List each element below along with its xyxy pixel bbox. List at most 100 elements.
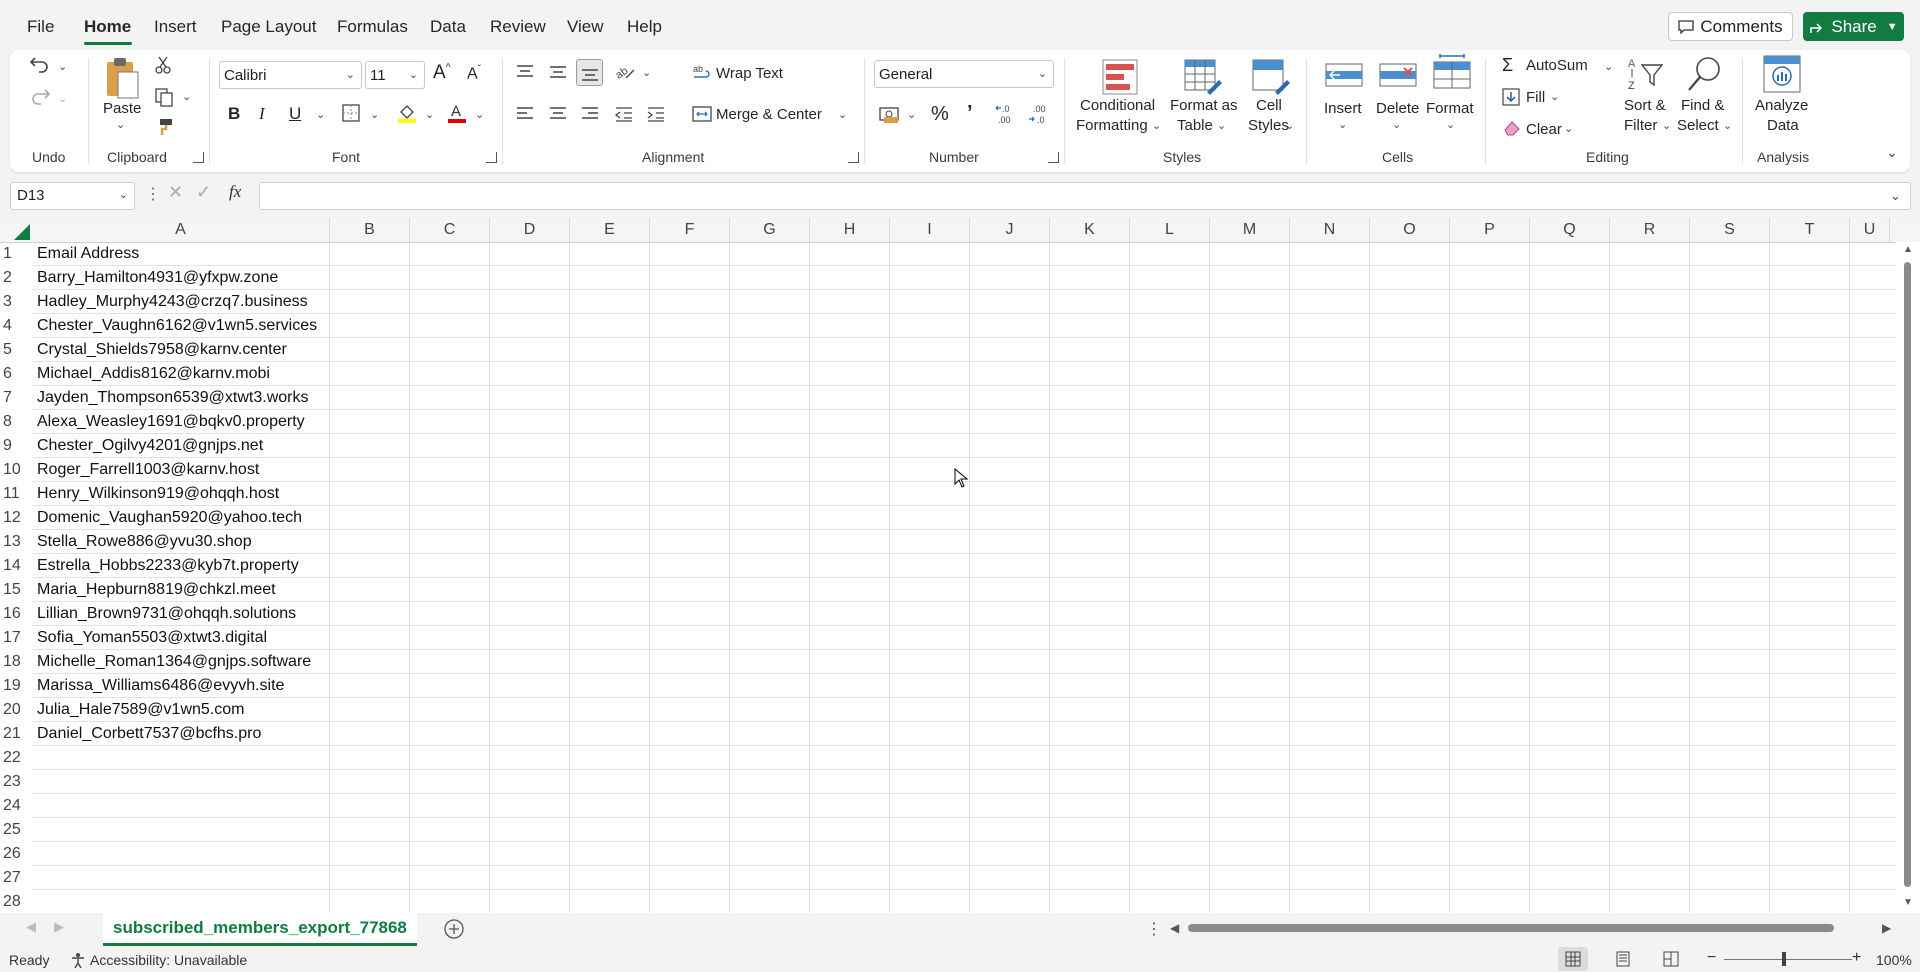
decrease-font-size-icon[interactable]: Aˇ <box>467 64 481 83</box>
row-header[interactable]: 17 <box>0 626 32 650</box>
column-header-b[interactable]: B <box>330 218 410 242</box>
menu-home[interactable]: Home <box>84 17 131 37</box>
font-color-dropdown-icon[interactable]: ⌄ <box>475 108 484 121</box>
analyze-data-label-2[interactable]: Data <box>1767 117 1799 134</box>
zoom-slider-thumb[interactable] <box>1782 952 1786 966</box>
row-header[interactable]: 25 <box>0 818 32 842</box>
orientation-icon[interactable]: ab <box>614 62 636 82</box>
tab-split-handle-icon[interactable]: ⋮ <box>1146 919 1162 939</box>
column-header-r[interactable]: R <box>1610 218 1690 242</box>
column-header-g[interactable]: G <box>730 218 810 242</box>
fill-dropdown-icon[interactable]: ⌄ <box>1550 90 1559 103</box>
menu-help[interactable]: Help <box>627 17 662 37</box>
email-cell[interactable]: Marissa_Williams6486@evyvh.site <box>37 674 284 698</box>
autosum-icon[interactable]: Σ <box>1502 55 1513 76</box>
email-cell[interactable]: Barry_Hamilton4931@yfxpw.zone <box>37 266 278 290</box>
email-cell[interactable]: Maria_Hepburn8819@chkzl.meet <box>37 578 276 602</box>
cell-styles-label-2[interactable]: Styles <box>1248 117 1289 134</box>
row-header[interactable]: 24 <box>0 794 32 818</box>
analyze-data-label-1[interactable]: Analyze <box>1755 97 1808 114</box>
column-header-m[interactable]: M <box>1210 218 1290 242</box>
row-header[interactable]: 11 <box>0 482 32 506</box>
column-header-t[interactable]: T <box>1770 218 1850 242</box>
page-break-preview-icon[interactable] <box>1663 951 1679 967</box>
horizontal-scroll-thumb[interactable] <box>1188 924 1834 932</box>
email-cell[interactable]: Julia_Hale7589@v1wn5.com <box>37 698 244 722</box>
insert-cells-label[interactable]: Insert <box>1324 100 1362 117</box>
email-cell[interactable]: Crystal_Shields7958@karnv.center <box>37 338 287 362</box>
column-header-u[interactable]: U <box>1850 218 1890 242</box>
underline-dropdown-icon[interactable]: ⌄ <box>316 108 325 121</box>
redo-icon[interactable] <box>29 86 51 106</box>
expand-formula-bar-icon[interactable]: ⌄ <box>1890 188 1901 204</box>
delete-cells-label[interactable]: Delete <box>1376 100 1419 117</box>
copy-dropdown-icon[interactable]: ⌄ <box>182 90 191 103</box>
select-all-icon[interactable] <box>14 224 30 240</box>
column-header-l[interactable]: L <box>1130 218 1210 242</box>
column-header-s[interactable]: S <box>1690 218 1770 242</box>
font-size-select[interactable]: 11 ⌄ <box>365 61 425 89</box>
align-top-icon[interactable] <box>515 64 535 80</box>
row-header[interactable]: 21 <box>0 722 32 746</box>
sort-filter-label-1[interactable]: Sort & <box>1624 97 1666 114</box>
column-header-k[interactable]: K <box>1050 218 1130 242</box>
underline-icon[interactable]: U <box>289 104 301 124</box>
column-header-j[interactable]: J <box>970 218 1050 242</box>
format-cells-label[interactable]: Format <box>1426 100 1474 117</box>
delete-dropdown-icon[interactable]: ⌄ <box>1392 118 1401 131</box>
align-middle-icon[interactable] <box>548 64 568 80</box>
row-header[interactable]: 13 <box>0 530 32 554</box>
clipboard-launcher-icon[interactable] <box>193 152 204 163</box>
row-header[interactable]: 28 <box>0 890 32 913</box>
insert-cells-icon[interactable] <box>1324 58 1364 94</box>
increase-font-size-icon[interactable]: A^ <box>433 62 450 84</box>
menu-data[interactable]: Data <box>430 17 466 37</box>
accounting-dropdown-icon[interactable]: ⌄ <box>907 108 916 121</box>
find-select-icon[interactable] <box>1686 55 1726 95</box>
font-launcher-icon[interactable] <box>486 152 497 163</box>
cell-styles-label-1[interactable]: Cell <box>1256 97 1282 114</box>
email-cell[interactable]: Domenic_Vaughan5920@yahoo.tech <box>37 506 302 530</box>
column-header-p[interactable]: P <box>1450 218 1530 242</box>
paste-label[interactable]: Paste <box>103 100 141 117</box>
font-name-select[interactable]: Calibri ⌄ <box>219 61 362 89</box>
row-header[interactable]: 27 <box>0 866 32 890</box>
conditional-formatting-icon[interactable] <box>1101 58 1139 96</box>
delete-cells-icon[interactable] <box>1378 58 1418 94</box>
conditional-formatting-label-2[interactable]: Formatting <box>1076 117 1148 134</box>
scroll-right-icon[interactable]: ▶ <box>1882 921 1891 935</box>
accessibility-icon[interactable] <box>70 952 86 968</box>
fill-label[interactable]: Fill <box>1526 89 1545 106</box>
align-left-icon[interactable] <box>515 106 535 122</box>
email-cell[interactable]: Chester_Ogilvy4201@gnjps.net <box>37 434 263 458</box>
email-cell[interactable]: Lillian_Brown9731@ohqqh.solutions <box>37 602 296 626</box>
align-center-icon[interactable] <box>548 106 568 122</box>
menu-file[interactable]: File <box>27 17 54 37</box>
row-header[interactable]: 5 <box>0 338 32 362</box>
column-header-o[interactable]: O <box>1370 218 1450 242</box>
insert-function-icon[interactable]: fx <box>229 182 241 202</box>
analyze-data-icon[interactable] <box>1762 54 1802 96</box>
row-header[interactable]: 7 <box>0 386 32 410</box>
comma-style-icon[interactable]: ’ <box>967 102 973 125</box>
row-header[interactable]: 2 <box>0 266 32 290</box>
merge-center-icon[interactable] <box>692 105 712 123</box>
vertical-scroll-thumb[interactable] <box>1904 262 1911 887</box>
accounting-format-icon[interactable] <box>879 105 901 125</box>
share-button[interactable]: Share ▼ <box>1803 12 1904 41</box>
zoom-slider-track[interactable] <box>1724 959 1852 960</box>
row-header[interactable]: 26 <box>0 842 32 866</box>
formula-input[interactable] <box>259 182 1911 210</box>
italic-icon[interactable]: I <box>259 104 265 124</box>
sort-filter-label-2[interactable]: Filter <box>1624 117 1657 134</box>
menu-insert[interactable]: Insert <box>154 17 197 37</box>
insert-dropdown-icon[interactable]: ⌄ <box>1338 118 1347 131</box>
cut-icon[interactable] <box>154 55 172 75</box>
format-as-table-icon[interactable] <box>1183 58 1223 96</box>
email-cell[interactable]: Jayden_Thompson6539@xtwt3.works <box>37 386 309 410</box>
vertical-scrollbar[interactable]: ▲ ▼ <box>1896 242 1920 913</box>
next-sheet-icon[interactable]: ▶ <box>54 919 64 935</box>
increase-decimal-icon[interactable]: .0.00 <box>994 102 1018 126</box>
menu-view[interactable]: View <box>567 17 604 37</box>
find-select-label-1[interactable]: Find & <box>1681 97 1724 114</box>
